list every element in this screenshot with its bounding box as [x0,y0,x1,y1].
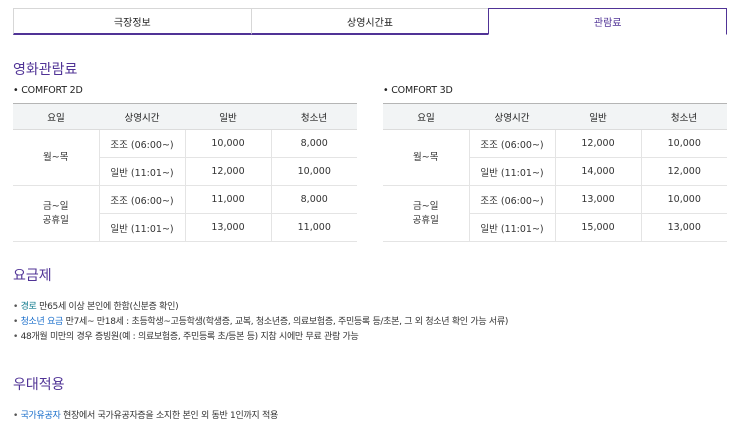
teen-price-cell: 8,000 [270,129,357,158]
time-cell: 조조 (06:00~) [98,185,185,214]
table-header-row: 요일 상영시간 일반 청소년 [13,103,357,130]
adult-price-cell: 10,000 [184,129,271,158]
benefit-section-title: 우대적용 [13,377,65,393]
time-cell: 일반 (11:01~) [468,157,555,186]
column-header-day: 요일 [13,103,99,130]
time-cell: 조조 (06:00~) [98,129,185,158]
theater-tabs: 극장정보 상영시간표 관람료 [13,8,728,35]
rate-list: 경로 만65세 이상 본인에 한함(신분증 확인) 청소년 요금 만7세~ 만1… [13,300,509,345]
day-cell: 월~목 [383,129,469,186]
teen-price-cell: 10,000 [640,129,727,158]
day-cell: 금~일 공휴일 [13,185,99,242]
benefit-label-veteran: 국가유공자 [20,411,61,421]
time-cell: 일반 (11:01~) [98,157,185,186]
table-header-row: 요일 상영시간 일반 청소년 [383,103,727,130]
fee-section-title: 영화관람료 [13,62,78,78]
adult-price-cell: 13,000 [554,185,641,214]
comfort-2d-title: • COMFORT 2D [13,85,83,96]
teen-price-cell: 11,000 [270,213,357,242]
teen-price-cell: 10,000 [270,157,357,186]
table-row: 월~목 조조 (06:00~) 12,000 10,000 [383,129,727,186]
comfort-3d-title: • COMFORT 3D [383,85,453,96]
time-cell: 일반 (11:01~) [98,213,185,242]
comfort-2d-table: 요일 상영시간 일반 청소년 월~목 조조 (06:00~) 10,000 8,… [13,103,357,242]
table-row: 금~일 공휴일 조조 (06:00~) 13,000 10,000 [383,185,727,242]
rate-label-teen: 청소년 요금 [20,317,64,327]
table-row: 월~목 조조 (06:00~) 10,000 8,000 [13,129,357,186]
rate-label-senior: 경로 [20,302,37,312]
column-header-time: 상영시간 [99,103,185,130]
day-cell: 월~목 [13,129,99,186]
adult-price-cell: 12,000 [554,129,641,158]
time-cell: 조조 (06:00~) [468,185,555,214]
time-cell: 일반 (11:01~) [468,213,555,242]
benefit-list: 국가유공자 현장에서 국가유공자증을 소지한 본인 외 동반 1인까지 적용 [13,409,279,424]
column-header-teen: 청소년 [641,103,727,130]
time-cell: 조조 (06:00~) [468,129,555,158]
column-header-day: 요일 [383,103,469,130]
adult-price-cell: 12,000 [184,157,271,186]
table-row: 금~일 공휴일 조조 (06:00~) 11,000 8,000 [13,185,357,242]
adult-price-cell: 11,000 [184,185,271,214]
tab-showtimes[interactable]: 상영시간표 [250,8,490,35]
day-cell: 금~일 공휴일 [383,185,469,242]
column-header-adult: 일반 [185,103,271,130]
rate-section-title: 요금제 [13,268,52,284]
list-item: 48개월 미만의 경우 증빙원(예 : 의료보험증, 주민등록 초/등본 등) … [13,330,508,345]
comfort-3d-table: 요일 상영시간 일반 청소년 월~목 조조 (06:00~) 12,000 10… [383,103,727,242]
teen-price-cell: 10,000 [640,185,727,214]
teen-price-cell: 12,000 [640,157,727,186]
adult-price-cell: 14,000 [554,157,641,186]
adult-price-cell: 15,000 [554,213,641,242]
list-item: 국가유공자 현장에서 국가유공자증을 소지한 본인 외 동반 1인까지 적용 [13,409,279,424]
list-item: 경로 만65세 이상 본인에 한함(신분증 확인) [13,300,508,315]
column-header-time: 상영시간 [469,103,555,130]
tab-fee[interactable]: 관람료 [488,8,728,35]
list-item: 청소년 요금 만7세~ 만18세 : 초등학생~고등학생(학생증, 교복, 청소… [13,315,509,330]
teen-price-cell: 13,000 [640,213,727,242]
tab-theater-info[interactable]: 극장정보 [13,8,252,35]
adult-price-cell: 13,000 [184,213,271,242]
column-header-adult: 일반 [555,103,641,130]
column-header-teen: 청소년 [271,103,357,130]
teen-price-cell: 8,000 [270,185,357,214]
